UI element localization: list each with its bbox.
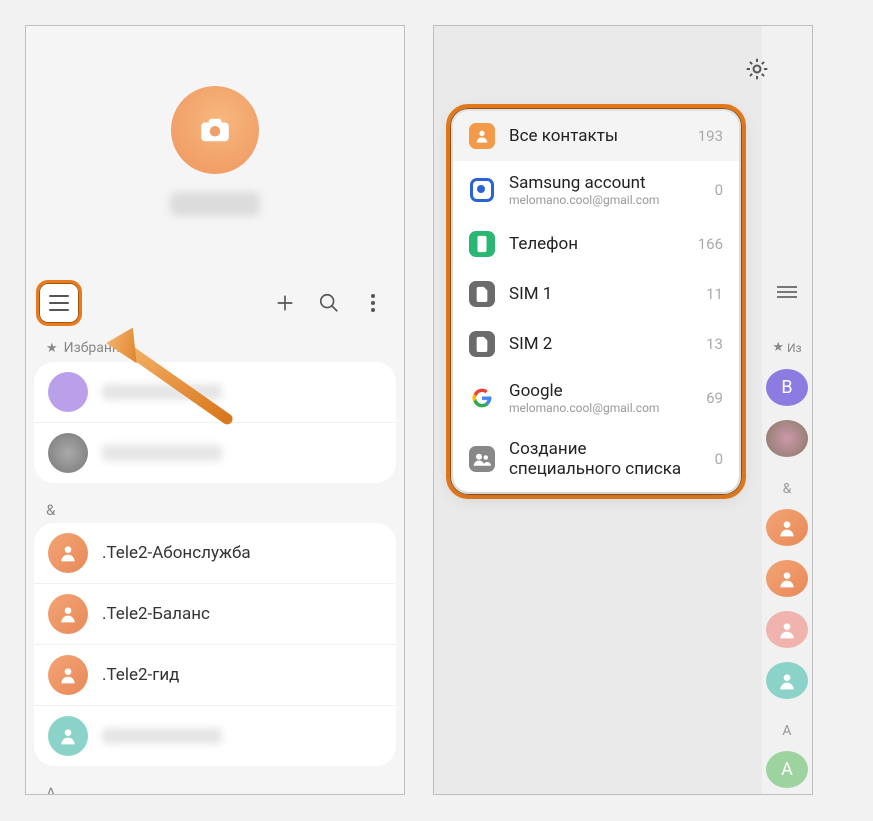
hamburger-icon (777, 286, 797, 298)
list-item[interactable]: .Tele2-Абонслужба (34, 523, 396, 583)
avatar (766, 420, 808, 457)
avatar (48, 433, 88, 473)
contact-name-blurred (102, 445, 222, 461)
section-letter: & (783, 481, 792, 497)
person-icon (58, 665, 78, 685)
sim-icon (469, 281, 495, 307)
contacts-card-amp: .Tele2-Абонслужба .Tele2-Баланс .Tele2-г… (34, 523, 396, 766)
person-icon (58, 726, 78, 746)
list-item[interactable]: .Tele2-Баланс (34, 583, 396, 644)
avatar (48, 716, 88, 756)
list-item[interactable] (34, 362, 396, 422)
sim-icon (469, 331, 495, 357)
gear-icon (744, 56, 770, 82)
person-icon (777, 569, 797, 589)
person-icon (58, 543, 78, 563)
account-title: SIM 1 (509, 284, 692, 304)
group-icon (469, 446, 495, 472)
account-title: SIM 2 (509, 334, 692, 354)
favorites-header: ★ Избранное (26, 330, 404, 362)
avatar (48, 533, 88, 573)
contact-name: .Tele2-гид (102, 665, 179, 685)
list-item[interactable] (34, 705, 396, 766)
contact-name-blurred (102, 384, 222, 400)
account-count: 166 (698, 235, 723, 253)
person-icon (58, 604, 78, 624)
profile-name-blurred (170, 192, 260, 216)
account-item-create-list[interactable]: Создание специального списка 0 (453, 427, 739, 492)
person-icon (777, 620, 797, 640)
phone-right-menu: ★ Из В & A A (433, 25, 813, 795)
account-title: Google (509, 381, 692, 401)
account-title: Все контакты (509, 126, 684, 146)
account-count: 11 (706, 285, 723, 303)
account-item-sim1[interactable]: SIM 1 11 (453, 269, 739, 319)
account-item-samsung[interactable]: Samsung account melomano.cool@gmail.com … (453, 161, 739, 219)
accounts-panel: Все контакты 193 Samsung account meloman… (453, 111, 739, 492)
camera-icon (200, 117, 230, 143)
account-item-sim2[interactable]: SIM 2 13 (453, 319, 739, 369)
avatar (48, 655, 88, 695)
avatar (48, 594, 88, 634)
account-count: 193 (698, 127, 723, 145)
plus-icon (274, 292, 296, 314)
google-icon (469, 385, 495, 411)
menu-button[interactable] (36, 280, 82, 326)
account-item-google[interactable]: Google melomano.cool@gmail.com 69 (453, 369, 739, 427)
more-button[interactable] (362, 292, 384, 314)
section-letter: & (26, 493, 404, 523)
account-title: Телефон (509, 234, 684, 254)
avatar (766, 560, 808, 597)
star-icon: ★ (772, 340, 784, 355)
account-count: 13 (706, 335, 723, 353)
account-count: 69 (706, 389, 723, 407)
account-item-phone[interactable]: Телефон 166 (453, 219, 739, 269)
avatar: A (766, 751, 808, 788)
samsung-icon (469, 177, 495, 203)
favorites-label-bg: ★ Из (772, 340, 801, 355)
account-item-all[interactable]: Все контакты 193 (453, 111, 739, 161)
favorites-card (34, 362, 396, 483)
person-icon (777, 518, 797, 538)
profile-header (26, 26, 404, 276)
phone-icon (469, 231, 495, 257)
contact-name: .Tele2-Баланс (102, 604, 210, 624)
add-button[interactable] (274, 292, 296, 314)
favorites-label: Избранное (64, 340, 136, 356)
account-count: 0 (715, 181, 723, 199)
toolbar (26, 276, 404, 330)
avatar (766, 662, 808, 699)
phone-left-contacts: ★ Избранное & .Tele2-Абонслужба (25, 25, 405, 795)
more-icon (371, 294, 375, 312)
account-count: 0 (715, 450, 723, 468)
list-item[interactable]: .Tele2-гид (34, 644, 396, 705)
section-letter: A (782, 723, 791, 739)
settings-button[interactable] (744, 56, 770, 82)
avatar (48, 372, 88, 412)
section-letter: A (26, 776, 404, 795)
avatar (766, 611, 808, 648)
contact-name-blurred (102, 728, 222, 744)
search-icon (318, 292, 340, 314)
profile-avatar[interactable] (171, 86, 259, 174)
person-icon (469, 123, 495, 149)
avatar: В (766, 369, 808, 406)
hamburger-icon (49, 295, 69, 311)
account-sub: melomano.cool@gmail.com (509, 193, 701, 207)
list-item[interactable] (34, 422, 396, 483)
accounts-panel-highlight: Все контакты 193 Samsung account meloman… (446, 104, 746, 499)
account-title: Samsung account (509, 173, 701, 193)
star-icon: ★ (46, 341, 58, 356)
account-sub: melomano.cool@gmail.com (509, 401, 692, 415)
contact-name: .Tele2-Абонслужба (102, 543, 251, 563)
person-icon (777, 671, 797, 691)
background-contacts-strip: ★ Из В & A A (762, 26, 812, 794)
avatar (766, 509, 808, 546)
account-title: Создание специального списка (509, 439, 701, 480)
search-button[interactable] (318, 292, 340, 314)
